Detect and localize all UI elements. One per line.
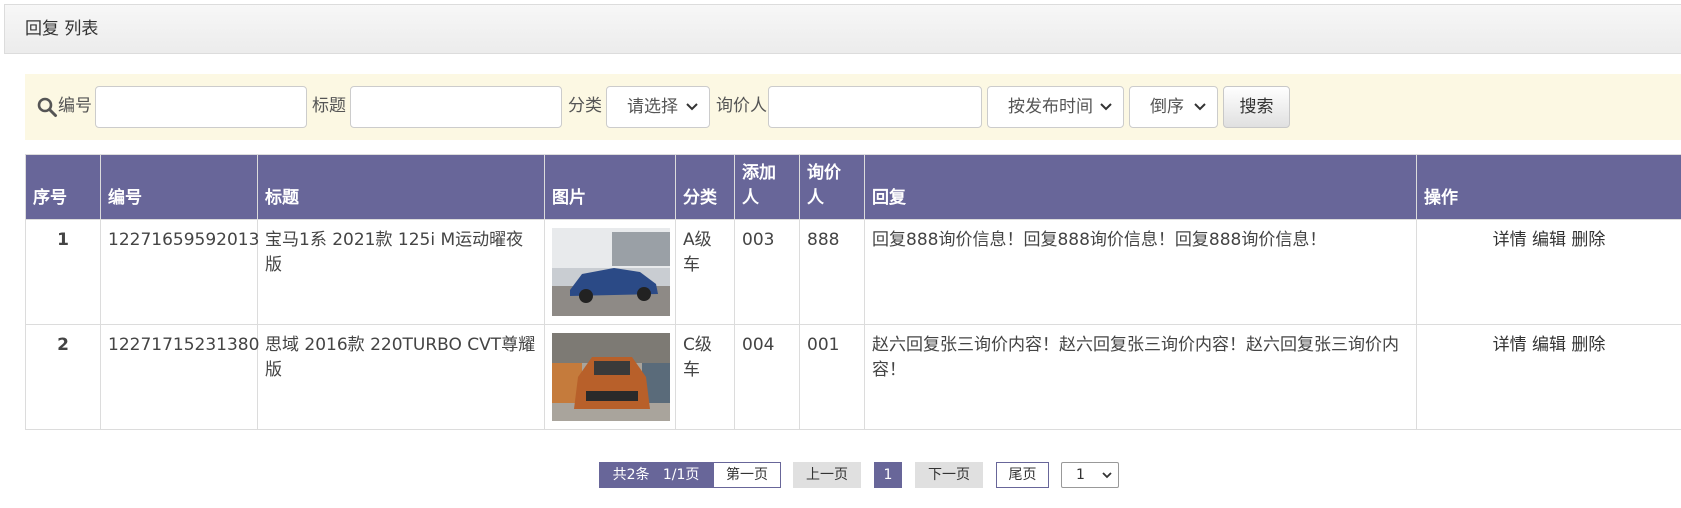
page-count: 1/1页 — [662, 467, 700, 483]
chevron-down-icon — [1102, 472, 1112, 479]
search-icon — [37, 97, 57, 117]
inquirer-input[interactable] — [768, 86, 982, 128]
page-title: 回复 列表 — [4, 4, 1681, 54]
row-title: 宝马1系 2021款 125i M运动曜夜版 — [257, 219, 545, 325]
row-id: 12271659592013 — [100, 219, 259, 325]
row-category: C级车 — [675, 324, 735, 430]
reply-table: 序号 编号 标题 图片 分类 添加人 询价人 回复 操作 1 122716595… — [25, 154, 1681, 430]
sort-field-select[interactable]: 按发布时间 — [987, 86, 1124, 128]
car-thumbnail[interactable] — [552, 228, 670, 316]
row-inquirer: 001 — [799, 324, 865, 430]
id-label: 编号 — [58, 96, 92, 116]
row-reply: 赵六回复张三询价内容！赵六回复张三询价内容！赵六回复张三询价内容！ — [864, 324, 1417, 430]
col-header-title[interactable]: 标题 — [257, 154, 545, 220]
col-header-category[interactable]: 分类 — [675, 154, 735, 220]
row-adder: 003 — [734, 219, 800, 325]
category-label: 分类 — [568, 96, 602, 116]
total-count: 共2条 — [612, 467, 650, 483]
last-page-button[interactable]: 尾页 — [996, 462, 1049, 488]
table-header-row: 序号 编号 标题 图片 分类 添加人 询价人 回复 操作 — [25, 154, 1681, 220]
row-inquirer: 888 — [799, 219, 865, 325]
next-page-button[interactable]: 下一页 — [915, 462, 983, 488]
search-bar: 编号 标题 分类 请选择 询价人 按发布时间 倒序 搜索 — [25, 74, 1681, 140]
row-image-cell — [544, 324, 676, 430]
row-category: A级车 — [675, 219, 735, 325]
row-image-cell — [544, 219, 676, 325]
edit-link[interactable]: 编辑 — [1532, 335, 1566, 355]
row-adder: 004 — [734, 324, 800, 430]
delete-link[interactable]: 删除 — [1571, 230, 1605, 250]
col-header-reply[interactable]: 回复 — [864, 154, 1417, 220]
col-header-id[interactable]: 编号 — [100, 154, 258, 220]
row-reply: 回复888询价信息！回复888询价信息！回复888询价信息！ — [864, 219, 1417, 325]
inquirer-label: 询价人 — [716, 96, 767, 116]
col-header-image: 图片 — [544, 154, 676, 220]
category-select[interactable]: 请选择 — [606, 86, 710, 128]
chevron-down-icon — [1194, 103, 1206, 111]
sort-order-select-value: 倒序 — [1150, 97, 1184, 117]
col-header-adder[interactable]: 添加人 — [734, 154, 800, 220]
page-select-value: 1 — [1076, 467, 1085, 483]
table-row: 1 12271659592013 宝马1系 2021款 125i M运动曜夜版 … — [25, 219, 1681, 325]
sort-order-select[interactable]: 倒序 — [1129, 86, 1218, 128]
row-actions: 详情 编辑 删除 — [1416, 324, 1681, 430]
col-header-inquirer[interactable]: 询价人 — [799, 154, 865, 220]
row-seq: 2 — [25, 324, 101, 430]
row-title: 思域 2016款 220TURBO CVT尊耀版 — [257, 324, 545, 430]
detail-link[interactable]: 详情 — [1493, 335, 1527, 355]
row-seq: 1 — [25, 219, 101, 325]
title-label: 标题 — [312, 96, 346, 116]
detail-link[interactable]: 详情 — [1493, 230, 1527, 250]
chevron-down-icon — [686, 103, 698, 111]
car-thumbnail[interactable] — [552, 333, 670, 421]
title-input[interactable] — [350, 86, 562, 128]
pagination-info: 共2条 1/1页 — [599, 462, 713, 488]
table-row: 2 12271715231380 思域 2016款 220TURBO CVT尊耀… — [25, 324, 1681, 430]
first-page-button[interactable]: 第一页 — [713, 462, 781, 488]
col-header-actions: 操作 — [1416, 154, 1681, 220]
prev-page-button[interactable]: 上一页 — [793, 462, 861, 488]
search-button[interactable]: 搜索 — [1223, 86, 1290, 128]
current-page[interactable]: 1 — [874, 462, 902, 488]
row-id: 12271715231380 — [100, 324, 259, 430]
col-header-seq[interactable]: 序号 — [25, 154, 101, 220]
category-select-value: 请选择 — [627, 97, 678, 117]
row-actions: 详情 编辑 删除 — [1416, 219, 1681, 325]
chevron-down-icon — [1100, 103, 1112, 111]
id-input[interactable] — [95, 86, 307, 128]
delete-link[interactable]: 删除 — [1571, 335, 1605, 355]
sort-field-select-value: 按发布时间 — [1008, 97, 1093, 117]
page-select[interactable]: 1 — [1061, 462, 1119, 488]
edit-link[interactable]: 编辑 — [1532, 230, 1566, 250]
